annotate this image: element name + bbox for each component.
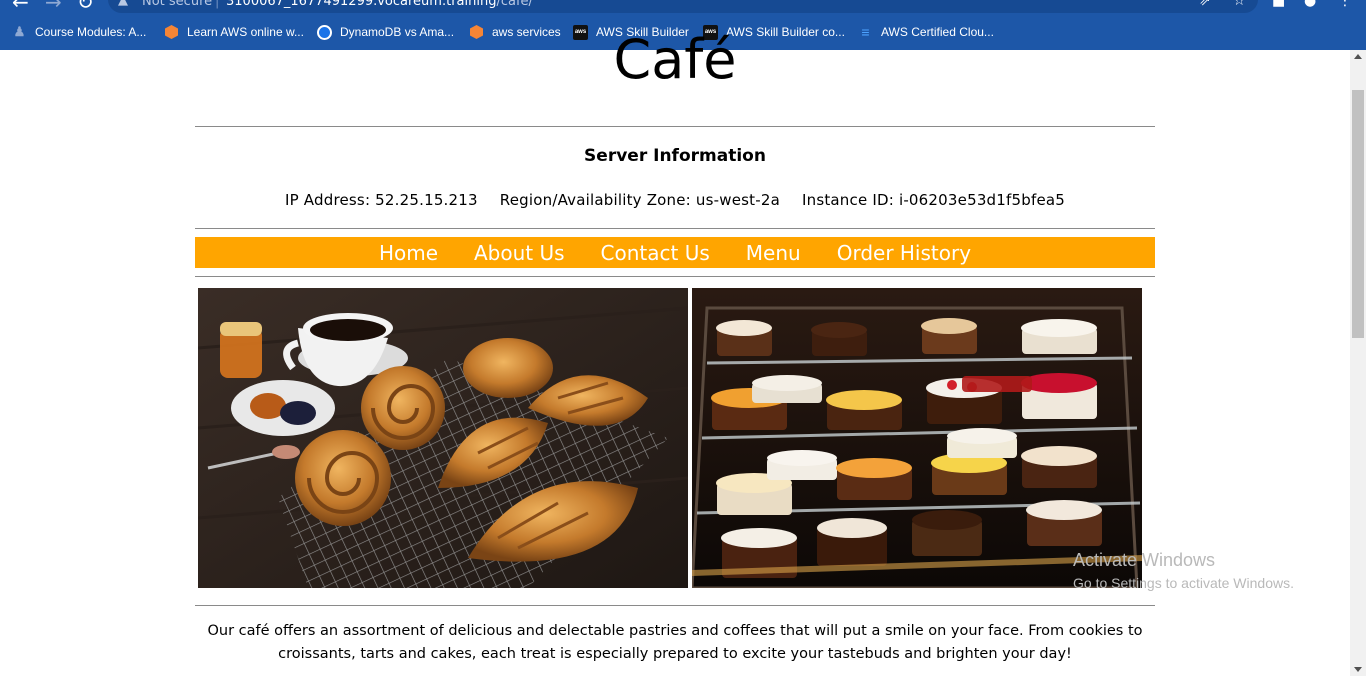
bookmark-label: Learn AWS online w... <box>187 25 304 39</box>
extensions-icon[interactable]: ■ <box>1272 0 1285 9</box>
browser-toolbar: ← → ↻ ▲ Not secure | 3100067_1677491299.… <box>0 0 1366 14</box>
server-info-row: IP Address: 52.25.15.213 Region/Availabil… <box>195 191 1155 209</box>
bookmark-learn-aws[interactable]: Learn AWS online w... <box>164 20 304 44</box>
intro-line-2: croissants, tarts and cakes, each treat … <box>278 646 1072 662</box>
cafe-intro-text: Our café offers an assortment of delicio… <box>195 620 1155 666</box>
stacked-lines-icon: ≡ <box>861 24 870 40</box>
aws-cube-icon <box>469 25 484 40</box>
site-title: Café <box>613 28 737 91</box>
scroll-up-arrow-icon[interactable] <box>1354 54 1362 59</box>
url-text[interactable]: 3100067_1677491299.vocareum.training/caf… <box>226 0 533 9</box>
bookmark-aws-certified[interactable]: ≡ AWS Certified Clou... <box>858 20 994 44</box>
divider <box>195 276 1155 277</box>
windows-activation-subtitle: Go to Settings to activate Windows. <box>1073 575 1294 591</box>
pastries-photo <box>198 288 688 588</box>
nav-menu[interactable]: Menu <box>746 241 801 265</box>
omnibox-divider: | <box>215 0 220 9</box>
star-icon[interactable]: ☆ <box>1233 0 1246 9</box>
scroll-thumb[interactable] <box>1352 90 1364 338</box>
warning-icon[interactable]: ▲ <box>118 0 128 8</box>
bookmark-aws-services[interactable]: aws services <box>469 20 561 44</box>
divider <box>195 605 1155 606</box>
reload-icon[interactable]: ↻ <box>77 0 94 12</box>
server-info-heading: Server Information <box>584 146 766 166</box>
bookmark-course-modules[interactable]: ♟ Course Modules: A... <box>12 20 147 44</box>
nav-about-us[interactable]: About Us <box>474 241 565 265</box>
page-scrollbar[interactable] <box>1350 50 1366 676</box>
forward-arrow-icon[interactable]: → <box>45 0 62 12</box>
url-path: /cafe/ <box>496 0 533 9</box>
bookmark-label: AWS Certified Clou... <box>881 25 994 39</box>
scroll-down-arrow-icon[interactable] <box>1354 667 1362 672</box>
share-icon[interactable]: ⇗ <box>1199 0 1211 9</box>
back-arrow-icon[interactable]: ← <box>12 0 29 12</box>
bookmark-label: DynamoDB vs Ama... <box>340 25 455 39</box>
nav-home[interactable]: Home <box>379 241 438 265</box>
divider <box>195 228 1155 229</box>
graduation-cap-icon: ♟ <box>13 24 26 39</box>
profile-icon[interactable]: ● <box>1304 0 1316 9</box>
bookmark-label: aws services <box>492 25 561 39</box>
divider <box>195 126 1155 127</box>
windows-activation-title: Activate Windows <box>1073 550 1216 570</box>
availability-zone: Region/Availability Zone: us-west-2a <box>499 191 780 209</box>
bookmark-label: Course Modules: A... <box>35 25 147 39</box>
nav-order-history[interactable]: Order History <box>837 241 971 265</box>
blue-circle-icon <box>317 24 332 40</box>
url-host: 3100067_1677491299.vocareum.training <box>226 0 497 9</box>
ip-address: IP Address: 52.25.15.213 <box>284 191 478 209</box>
cakes-display-photo <box>692 288 1142 588</box>
main-nav: Home About Us Contact Us Menu Order Hist… <box>195 237 1155 268</box>
instance-id: Instance ID: i-06203e53d1f5bfea5 <box>801 191 1066 209</box>
intro-line-1: Our café offers an assortment of delicio… <box>207 623 1143 639</box>
bookmark-dynamodb[interactable]: DynamoDB vs Ama... <box>317 20 454 44</box>
aws-cube-icon <box>164 25 179 40</box>
more-menu-icon[interactable]: ⋮ <box>1338 0 1352 9</box>
security-label[interactable]: Not secure <box>142 0 212 9</box>
nav-contact-us[interactable]: Contact Us <box>601 241 710 265</box>
